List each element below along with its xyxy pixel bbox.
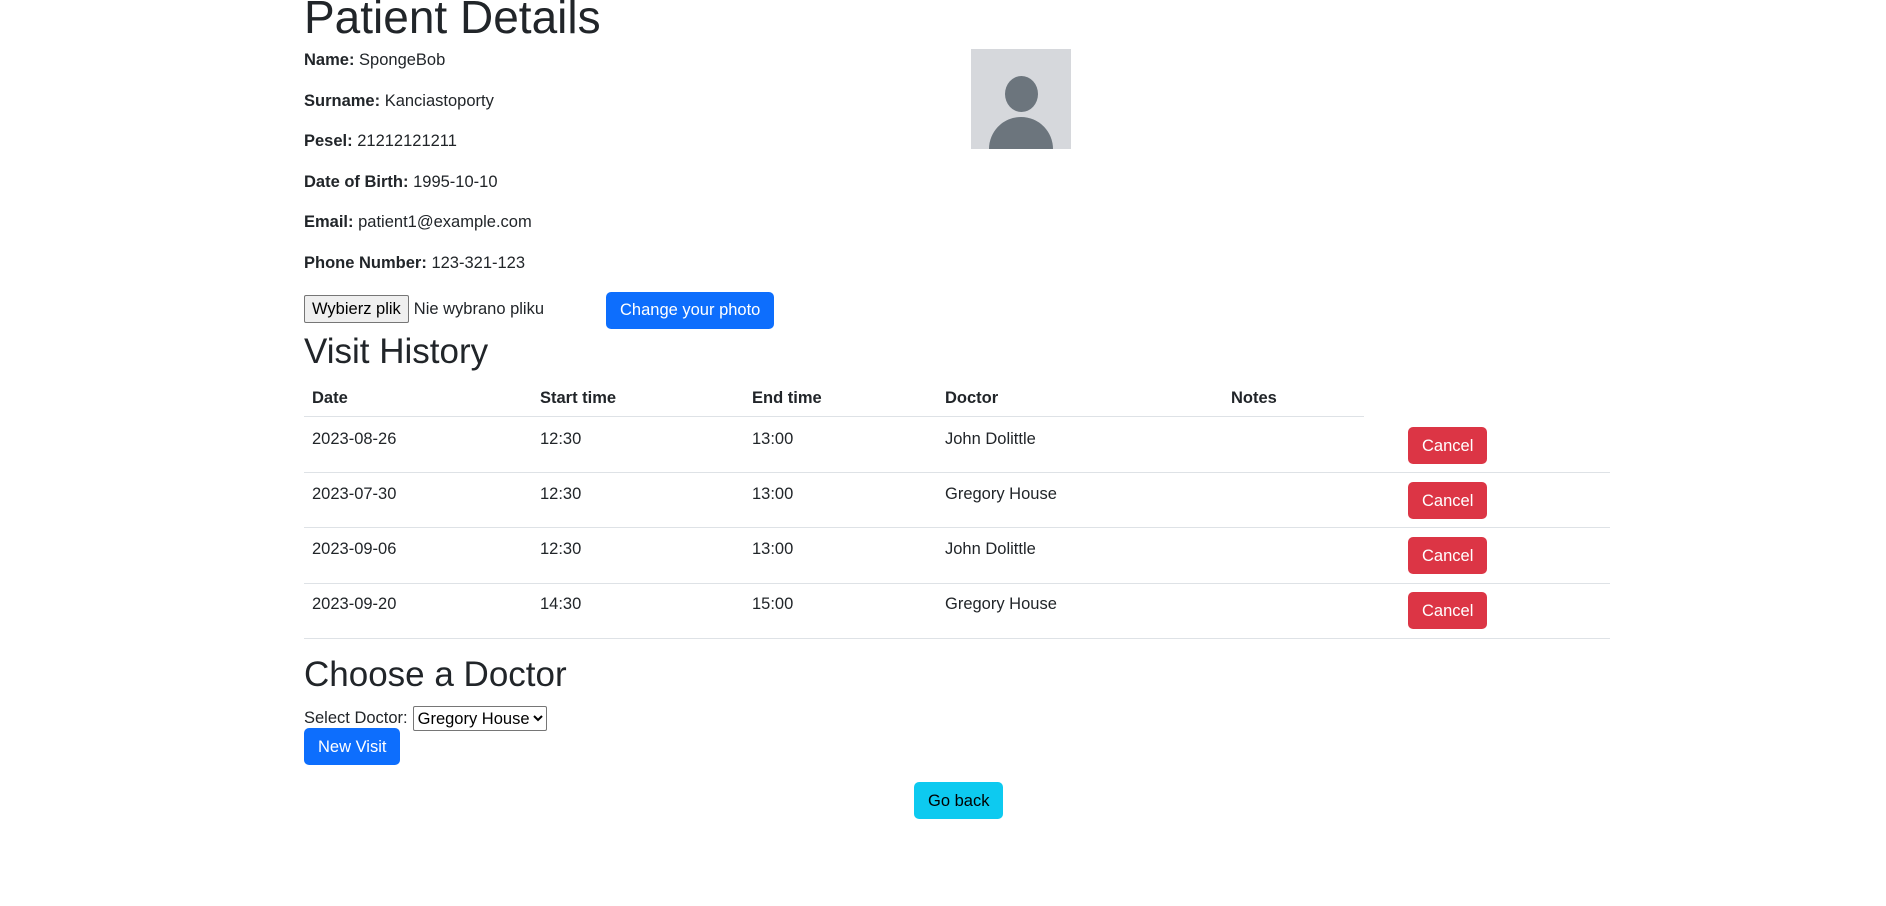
row-divider (304, 472, 1610, 473)
avatar (971, 49, 1071, 149)
dob-value: 1995-10-10 (413, 173, 498, 191)
phone-value: 123-321-123 (431, 254, 526, 272)
column-header-start-time: Start time (540, 389, 617, 407)
end-time-cell: 15:00 (752, 595, 794, 613)
name-label: Name: (304, 51, 355, 69)
row-divider (304, 638, 1610, 639)
date-cell: 2023-08-26 (312, 430, 397, 448)
cancel-visit-button[interactable]: Cancel (1408, 592, 1488, 629)
start-time-cell: 12:30 (540, 430, 582, 448)
select-doctor-label: Select Doctor: (304, 709, 408, 727)
dob-label: Date of Birth: (304, 173, 409, 191)
pesel-value: 21212121211 (357, 132, 457, 150)
doctor-cell: Gregory House (945, 485, 1057, 503)
cancel-visit-button[interactable]: Cancel (1408, 482, 1488, 519)
start-time-cell: 12:30 (540, 540, 582, 558)
avatar-head (1005, 76, 1038, 112)
file-input: Wybierz plik Nie wybrano pliku (304, 295, 544, 323)
go-back-button[interactable]: Go back (914, 782, 1004, 819)
surname-value: Kanciastoporty (384, 92, 494, 110)
column-header-doctor: Doctor (945, 389, 999, 407)
date-cell: 2023-09-20 (312, 595, 397, 613)
end-time-cell: 13:00 (752, 540, 794, 558)
choose-file-button[interactable]: Wybierz plik (304, 295, 409, 323)
date-cell: 2023-07-30 (312, 485, 397, 503)
column-header-date: Date (312, 389, 348, 407)
start-time-cell: 14:30 (540, 595, 582, 613)
row-divider (304, 583, 1610, 584)
patient-name-row: Name: SpongeBob (304, 51, 445, 70)
patient-phone-row: Phone Number: 123-321-123 (304, 254, 525, 273)
page-title: Patient Details (304, 0, 601, 43)
cancel-visit-button[interactable]: Cancel (1408, 537, 1488, 574)
patient-surname-row: Surname: Kanciastoporty (304, 92, 494, 111)
visit-history-title: Visit History (304, 332, 489, 371)
surname-label: Surname: (304, 92, 381, 110)
end-time-cell: 13:00 (752, 485, 794, 503)
row-divider (304, 527, 1610, 528)
doctor-cell: John Dolittle (945, 430, 1036, 448)
column-header-end-time: End time (752, 389, 822, 407)
doctor-cell: Gregory House (945, 595, 1057, 613)
patient-pesel-row: Pesel: 21212121211 (304, 132, 457, 151)
new-visit-button[interactable]: New Visit (304, 728, 401, 765)
email-value: patient1@example.com (358, 213, 532, 231)
change-photo-button[interactable]: Change your photo (606, 292, 775, 329)
end-time-cell: 13:00 (752, 430, 794, 448)
avatar-body (989, 117, 1053, 149)
patient-email-row: Email: patient1@example.com (304, 213, 532, 232)
cancel-visit-button[interactable]: Cancel (1408, 427, 1488, 464)
choose-doctor-title: Choose a Doctor (304, 655, 567, 694)
patient-dob-row: Date of Birth: 1995-10-10 (304, 173, 498, 192)
email-label: Email: (304, 213, 354, 231)
doctor-select[interactable]: Gregory House (412, 706, 547, 731)
phone-label: Phone Number: (304, 254, 427, 272)
pesel-label: Pesel: (304, 132, 353, 150)
name-value: SpongeBob (359, 51, 446, 69)
doctor-cell: John Dolittle (945, 540, 1036, 558)
file-status: Nie wybrano pliku (413, 299, 545, 318)
column-header-notes: Notes (1231, 389, 1277, 407)
start-time-cell: 12:30 (540, 485, 582, 503)
header-divider (304, 416, 1364, 417)
date-cell: 2023-09-06 (312, 540, 397, 558)
